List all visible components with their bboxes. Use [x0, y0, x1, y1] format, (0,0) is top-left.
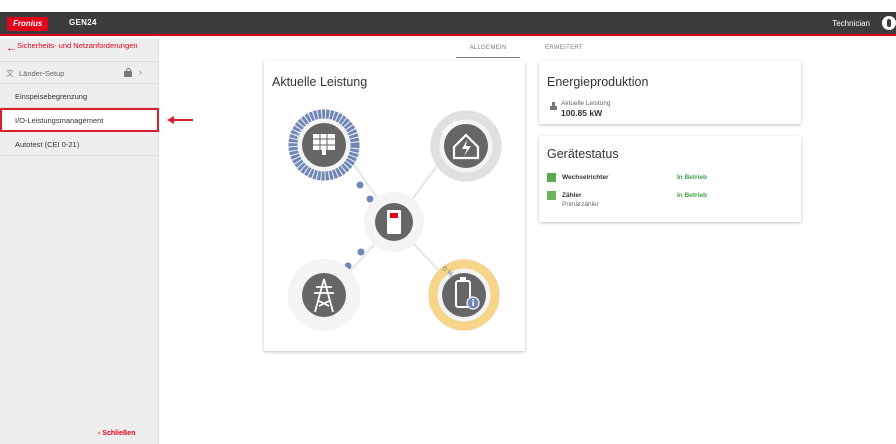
inverter-node[interactable] — [364, 192, 424, 252]
annotation-arrow-icon — [167, 116, 193, 124]
card-title: Gerätestatus — [547, 147, 619, 161]
back-link-label: Sicherheits- und Netzanforderungen — [17, 41, 138, 50]
close-button[interactable]: ‹ Schließen — [98, 430, 135, 437]
sidebar: ← Sicherheits- und Netzanforderungen 文 L… — [0, 38, 159, 444]
lock-icon — [124, 68, 132, 77]
sidebar-item-einspeisebegrenzung[interactable]: Einspeisebegrenzung — [0, 84, 159, 108]
user-name[interactable]: Technician — [832, 19, 870, 28]
top-bar: Fronius GEN24 Technician — [0, 12, 896, 36]
sidebar-item-autotest[interactable]: Autotest (CEI 0-21) — [0, 132, 159, 156]
device-name: Zähler — [562, 192, 582, 199]
device-status-card: Gerätestatus Wechselrichter In Betrieb Z… — [539, 136, 801, 222]
pv-node[interactable]: 101 kW — [288, 109, 360, 181]
product-name: GEN24 — [69, 18, 97, 27]
sidebar-item-io-leistungsmanagement[interactable]: I/O-Leistungsmanagement — [0, 108, 159, 132]
sidebar-item-laender-setup[interactable]: 文 Länder-Setup › — [0, 62, 159, 84]
tab-erweitert[interactable]: ERWEITERT — [532, 40, 596, 58]
grid-node[interactable]: 99.1 kW — [288, 259, 360, 331]
inverter-status-icon — [547, 173, 556, 182]
power-flow-card: Aktuelle Leistung 101 kW 499 W 99.1 kW 0… — [264, 61, 525, 351]
flow-dot — [357, 248, 365, 256]
inverter-icon — [387, 210, 401, 234]
sidebar-item-label: Autotest (CEI 0-21) — [15, 140, 80, 149]
factory-icon — [550, 102, 557, 110]
device-subtitle: Primärzähler — [562, 201, 599, 208]
current-power-label: Aktuelle Leistung — [561, 100, 611, 107]
tab-bar: ALLGEMEIN ERWEITERT — [456, 40, 606, 58]
back-arrow-icon: ← — [6, 42, 17, 54]
energy-production-card: Energieproduktion Aktuelle Leistung 100.… — [539, 61, 801, 124]
device-status: In Betrieb — [677, 174, 707, 181]
house-node[interactable]: 499 W — [430, 110, 502, 182]
power-flow-diagram: 101 kW 499 W 99.1 kW 0 % — [288, 109, 502, 331]
current-power-value: 100.85 kW — [561, 108, 603, 118]
device-name: Wechselrichter — [562, 174, 609, 181]
sidebar-item-label: Länder-Setup — [19, 69, 65, 78]
meter-status-icon — [547, 191, 556, 200]
chevron-right-icon: › — [139, 67, 142, 77]
sidebar-item-label: Einspeisebegrenzung — [15, 92, 88, 101]
language-icon: 文 — [6, 69, 14, 78]
flow-dot — [356, 181, 364, 189]
fronius-logo: Fronius — [7, 17, 49, 31]
card-title: Energieproduktion — [547, 75, 649, 89]
sidebar-item-label: I/O-Leistungsmanagement — [15, 116, 104, 125]
user-info-icon[interactable] — [882, 16, 896, 30]
sidebar-back-link[interactable]: ← Sicherheits- und Netzanforderungen — [0, 38, 159, 62]
device-status: In Betrieb — [677, 192, 707, 199]
tab-allgemein[interactable]: ALLGEMEIN — [456, 40, 520, 58]
battery-node[interactable]: 0 % — [428, 259, 500, 331]
